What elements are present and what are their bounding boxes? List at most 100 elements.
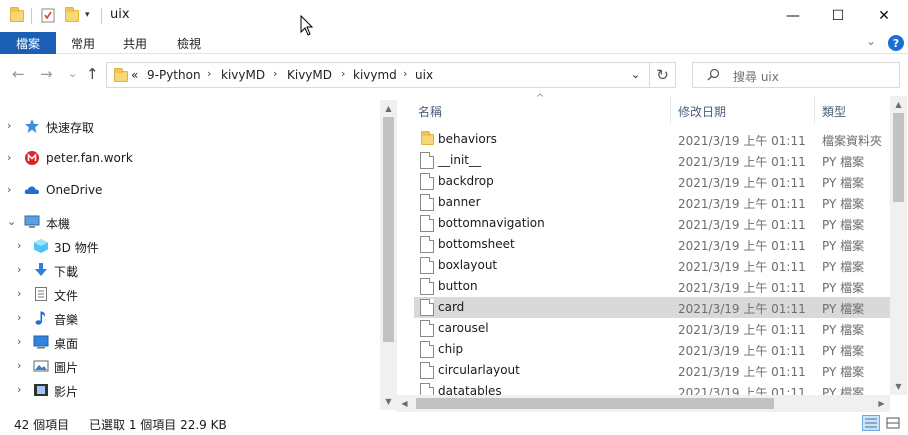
file-name: behaviors <box>438 132 497 146</box>
column-header-date[interactable]: 修改日期 <box>678 103 726 120</box>
breadcrumb-separator[interactable]: › <box>273 67 277 80</box>
chevron-right-icon[interactable]: › <box>17 239 21 252</box>
sidebar-item-label: peter.fan.work <box>46 151 133 165</box>
file-row[interactable]: boxlayout 2021/3/19 上午 01:11 PY 檔案 <box>414 255 890 276</box>
scroll-down-arrow[interactable]: ▼ <box>890 378 907 395</box>
download-icon <box>35 263 47 276</box>
chevron-down-icon[interactable]: ⌄ <box>7 215 16 228</box>
address-dropdown-icon[interactable]: ⌄ <box>631 68 640 81</box>
maximize-button[interactable]: ☐ <box>815 0 861 32</box>
file-row[interactable]: datatables 2021/3/19 上午 01:11 PY 檔案 <box>414 381 890 395</box>
chevron-right-icon[interactable]: › <box>7 151 11 164</box>
chevron-right-icon[interactable]: › <box>17 311 21 324</box>
document-icon <box>35 287 47 301</box>
file-list[interactable]: behaviors 2021/3/19 上午 01:11 檔案資料夾 __init__… <box>396 129 890 395</box>
details-view-button[interactable] <box>862 415 880 431</box>
column-divider[interactable] <box>814 96 815 124</box>
tab-home[interactable]: 常用 <box>60 32 106 54</box>
sidebar-item-downloads[interactable]: › 下載 <box>0 259 380 281</box>
navigation-pane[interactable]: › 快速存取 › peter.fan.work › OneDrive ⌄ 本機 … <box>0 100 396 410</box>
scroll-right-arrow[interactable]: ▶ <box>873 395 890 412</box>
sidebar-scrollbar-thumb[interactable] <box>383 117 394 342</box>
file-name: bottomsheet <box>438 237 515 251</box>
breadcrumb-kivymd-1[interactable]: kivyMD <box>221 68 265 82</box>
chevron-right-icon[interactable]: › <box>17 335 21 348</box>
help-icon[interactable]: ? <box>888 35 904 51</box>
forward-button[interactable]: → <box>40 65 53 83</box>
column-divider[interactable] <box>670 96 671 124</box>
file-list-scrollbar-thumb[interactable] <box>893 113 904 202</box>
sidebar-item-music[interactable]: › 音樂 <box>0 307 380 329</box>
new-folder-icon[interactable] <box>65 7 79 22</box>
expand-ribbon-icon[interactable]: ⌄ <box>866 34 876 48</box>
breadcrumb-uix[interactable]: uix <box>415 68 433 82</box>
breadcrumb-kivymd-3[interactable]: kivymd <box>353 68 397 82</box>
file-row[interactable]: banner 2021/3/19 上午 01:11 PY 檔案 <box>414 192 890 213</box>
breadcrumb-separator[interactable]: › <box>341 67 345 80</box>
minimize-button[interactable]: — <box>770 0 816 32</box>
file-type: PY 檔案 <box>822 323 865 337</box>
refresh-button[interactable]: ↻ <box>650 62 676 88</box>
chevron-right-icon[interactable]: › <box>7 183 11 196</box>
file-row[interactable]: bottomnavigation 2021/3/19 上午 01:11 PY 檔案 <box>414 213 890 234</box>
breadcrumb-separator[interactable]: › <box>403 67 407 80</box>
column-header-type[interactable]: 類型 <box>822 103 846 120</box>
file-row[interactable]: bottomsheet 2021/3/19 上午 01:11 PY 檔案 <box>414 234 890 255</box>
customize-toolbar-icon[interactable]: ▾ <box>85 7 101 23</box>
selection-info: 已選取 1 個項目 22.9 KB <box>89 418 227 432</box>
sidebar-item-quick-access[interactable]: › 快速存取 <box>0 115 380 137</box>
address-bar[interactable]: « 9-Python › kivyMD › KivyMD › kivymd › … <box>106 62 650 88</box>
horizontal-scrollbar-thumb[interactable] <box>416 398 774 409</box>
chevron-right-icon[interactable]: › <box>17 287 21 300</box>
sidebar-item-desktop[interactable]: › 桌面 <box>0 331 380 353</box>
file-icon <box>420 383 434 395</box>
up-button[interactable]: ↑ <box>86 65 99 83</box>
file-date: 2021/3/19 上午 01:11 <box>678 239 806 253</box>
tab-share[interactable]: 共用 <box>112 32 158 54</box>
breadcrumb-separator[interactable]: › <box>207 67 211 80</box>
chevron-right-icon[interactable]: › <box>7 119 11 132</box>
file-row[interactable]: button 2021/3/19 上午 01:11 PY 檔案 <box>414 276 890 297</box>
breadcrumb-kivymd-2[interactable]: KivyMD <box>287 68 332 82</box>
scroll-left-arrow[interactable]: ◀ <box>396 395 413 412</box>
sort-ascending-icon: ^ <box>536 93 545 104</box>
column-header-name[interactable]: 名稱 <box>418 103 442 120</box>
back-button[interactable]: ← <box>12 65 25 83</box>
file-row[interactable]: chip 2021/3/19 上午 01:11 PY 檔案 <box>414 339 890 360</box>
file-icon <box>420 257 434 274</box>
breadcrumb-9-python[interactable]: 9-Python <box>147 68 201 82</box>
scroll-up-arrow[interactable]: ▲ <box>890 96 907 113</box>
sidebar-item-3d-objects[interactable]: › 3D 物件 <box>0 235 380 257</box>
chevron-right-icon[interactable]: › <box>17 359 21 372</box>
search-input[interactable]: 搜尋 uix <box>692 62 900 88</box>
sidebar-item-documents[interactable]: › 文件 <box>0 283 380 305</box>
file-row[interactable]: circularlayout 2021/3/19 上午 01:11 PY 檔案 <box>414 360 890 381</box>
scroll-down-arrow[interactable]: ▼ <box>380 393 397 410</box>
file-row[interactable]: card 2021/3/19 上午 01:11 PY 檔案 <box>414 297 890 318</box>
file-row[interactable]: backdrop 2021/3/19 上午 01:11 PY 檔案 <box>414 171 890 192</box>
sidebar-item-pictures[interactable]: › 圖片 <box>0 355 380 377</box>
tab-file[interactable]: 檔案 <box>0 32 56 54</box>
file-row[interactable]: carousel 2021/3/19 上午 01:11 PY 檔案 <box>414 318 890 339</box>
chevron-right-icon[interactable]: › <box>17 263 21 276</box>
large-icons-view-icon <box>886 417 900 429</box>
large-icons-view-button[interactable] <box>884 415 902 431</box>
recent-locations-button[interactable]: ⌄ <box>68 67 77 80</box>
sidebar-item-onedrive[interactable]: › OneDrive <box>0 179 380 201</box>
breadcrumb-overflow[interactable]: « <box>131 68 138 82</box>
mouse-cursor-icon <box>300 15 314 36</box>
sidebar-item-videos[interactable]: › 影片 <box>0 379 380 401</box>
folder-row[interactable]: behaviors 2021/3/19 上午 01:11 檔案資料夾 <box>414 129 890 150</box>
tab-view[interactable]: 檢視 <box>166 32 212 54</box>
close-button[interactable]: ✕ <box>861 0 907 32</box>
chevron-right-icon[interactable]: › <box>17 383 21 396</box>
file-type: PY 檔案 <box>822 386 865 395</box>
sidebar-item-mega[interactable]: › peter.fan.work <box>0 147 380 169</box>
properties-icon[interactable] <box>40 7 56 23</box>
file-type: PY 檔案 <box>822 155 865 169</box>
scroll-up-arrow[interactable]: ▲ <box>380 100 397 117</box>
sidebar-item-label: 快速存取 <box>46 121 95 135</box>
file-type: PY 檔案 <box>822 176 865 190</box>
sidebar-item-this-pc[interactable]: ⌄ 本機 <box>0 211 380 233</box>
file-row[interactable]: __init__ 2021/3/19 上午 01:11 PY 檔案 <box>414 150 890 171</box>
